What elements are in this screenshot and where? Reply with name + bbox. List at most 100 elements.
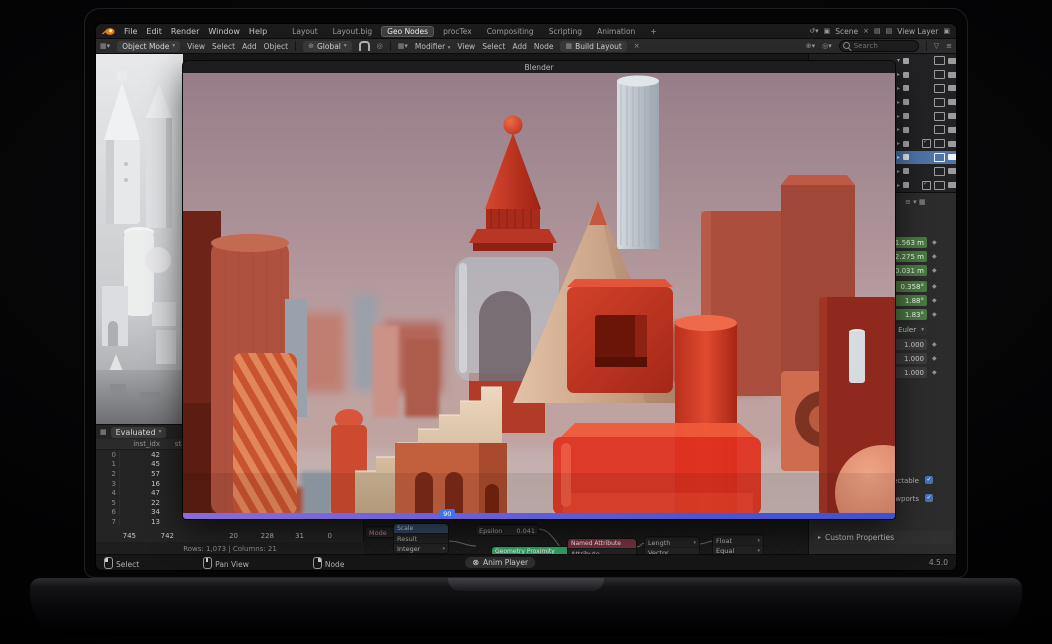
node-geometry-proximity[interactable]: Geometry Proximity (492, 547, 570, 554)
monitor-visibility-icon[interactable] (934, 112, 945, 121)
viewport-menu-view[interactable]: View (187, 42, 205, 51)
anim-player-status[interactable]: ⊗ Anim Player (465, 557, 535, 568)
new-view-layer-icon[interactable]: ▣ (943, 27, 950, 35)
menu-help[interactable]: Help (249, 27, 267, 36)
camera-visibility-icon[interactable] (948, 168, 956, 174)
editor-type-icon[interactable]: ▦▾ (100, 42, 110, 50)
workspace-tabs: Layout Layout.big Geo Nodes procTex Comp… (286, 26, 662, 37)
column-inst-idx[interactable]: inst_idx (120, 440, 164, 448)
filter-icon[interactable]: ▽ (934, 42, 939, 50)
status-bar: Select Pan View Node ⊗ Anim Player 4.5.0 (96, 554, 956, 570)
snap-magnet-icon[interactable] (359, 41, 370, 51)
menu-bar: File Edit Render Window Help Layout Layo… (96, 24, 956, 39)
new-scene-icon[interactable]: ▤ (874, 27, 881, 35)
tab-compositing[interactable]: Compositing (481, 26, 540, 37)
outliner-options-icon[interactable]: ≡ (946, 42, 952, 50)
menu-render[interactable]: Render (171, 27, 199, 36)
orientation-dropdown[interactable]: ⊕Global▾ (303, 41, 352, 52)
node-epsilon[interactable]: Epsilon0.041 (476, 525, 538, 535)
viewport-menu-select[interactable]: Select (212, 42, 235, 51)
node-menu-add[interactable]: Add (512, 42, 527, 51)
viewport-menu-add[interactable]: Add (242, 42, 257, 51)
camera-visibility-icon[interactable] (948, 154, 956, 160)
keyframe-decorator-icon[interactable]: ◆ (932, 311, 952, 318)
render-result-window[interactable]: Blender (183, 61, 895, 519)
undo-history-icon[interactable]: ↺▾ (809, 27, 818, 35)
tab-animation[interactable]: Animation (591, 26, 641, 37)
tab-scripting[interactable]: Scripting (543, 26, 588, 37)
viewports-checkbox[interactable]: ✓ (925, 494, 933, 502)
monitor-visibility-icon[interactable] (934, 98, 945, 107)
snapping-icon[interactable]: ⊕▾ (806, 42, 815, 50)
node-menu-select[interactable]: Select (482, 42, 505, 51)
keyframe-decorator-icon[interactable]: ◆ (932, 369, 952, 376)
spreadsheet-icon: ▦ (100, 428, 107, 436)
viewport-3d-clay[interactable] (96, 54, 183, 424)
camera-visibility-icon[interactable] (948, 141, 956, 147)
node-tree-type-dropdown[interactable]: Modifier ▾ (415, 42, 450, 51)
status-node: Node (313, 557, 345, 569)
unlink-scene-icon[interactable]: × (863, 27, 869, 35)
mouse-middle-icon (203, 557, 212, 569)
node-compare[interactable]: Float Equal (713, 535, 763, 554)
proportional-edit-icon[interactable]: ◎ (377, 42, 383, 50)
keyframe-decorator-icon[interactable]: ◆ (932, 297, 952, 304)
camera-visibility-icon[interactable] (948, 58, 956, 64)
add-workspace-button[interactable]: + (644, 26, 662, 37)
build-layout-button[interactable]: ▦Build Layout (560, 41, 626, 52)
keyframe-decorator-icon[interactable]: ◆ (932, 341, 952, 348)
checkbox-icon[interactable] (922, 139, 931, 148)
properties-nav-icons[interactable]: ≡ ▾ ▦ (905, 198, 925, 206)
node-menu-node[interactable]: Node (534, 42, 554, 51)
monitor-visibility-icon[interactable] (934, 84, 945, 93)
node-menu-view[interactable]: View (457, 42, 475, 51)
render-window-title: Blender (524, 63, 553, 72)
render-window-titlebar[interactable]: Blender (183, 61, 895, 73)
camera-visibility-icon[interactable] (948, 72, 956, 78)
selectable-checkbox[interactable]: ✓ (925, 476, 933, 484)
tab-layout[interactable]: Layout (286, 26, 324, 37)
object-icon (903, 99, 909, 105)
viewport-menu-object[interactable]: Object (264, 42, 288, 51)
overlays-icon[interactable]: ◎▾ (822, 42, 832, 50)
keyframe-decorator-icon[interactable]: ◆ (932, 239, 952, 246)
tab-layout-big[interactable]: Layout.big (327, 26, 379, 37)
mode-dropdown[interactable]: Object Mode▾ (117, 41, 180, 52)
monitor-visibility-icon[interactable] (934, 181, 945, 190)
node-editor-type-icon[interactable]: ▦▾ (398, 42, 408, 50)
camera-visibility-icon[interactable] (948, 85, 956, 91)
monitor-visibility-icon[interactable] (934, 167, 945, 176)
monitor-visibility-icon[interactable] (934, 70, 945, 79)
dataset-dropdown[interactable]: Evaluated▾ (111, 427, 167, 438)
camera-visibility-icon[interactable] (948, 99, 956, 105)
spreadsheet-row-partial[interactable]: 745 742 20 228 31 0 (96, 531, 364, 541)
view-layer-selector[interactable]: View Layer (897, 27, 938, 36)
camera-visibility-icon[interactable] (948, 113, 956, 119)
scene-icon: ▣ (824, 27, 831, 35)
keyframe-decorator-icon[interactable]: ◆ (932, 355, 952, 362)
monitor-visibility-icon[interactable] (934, 139, 945, 148)
node-scale[interactable]: Scale Result Integer (394, 524, 448, 553)
keyframe-decorator-icon[interactable]: ◆ (932, 253, 952, 260)
clear-icon[interactable]: × (634, 42, 640, 50)
node-named-attribute[interactable]: Named Attribute Attribute (568, 539, 636, 554)
menu-window[interactable]: Window (208, 27, 240, 36)
keyframe-decorator-icon[interactable]: ◆ (932, 267, 952, 274)
custom-properties-panel-header[interactable]: ▸ Custom Properties (813, 531, 953, 544)
tab-geo-nodes[interactable]: Geo Nodes (381, 26, 434, 37)
camera-visibility-icon[interactable] (948, 182, 956, 188)
menu-file[interactable]: File (124, 27, 137, 36)
object-icon (903, 72, 909, 78)
checkbox-icon[interactable] (922, 181, 931, 190)
menu-edit[interactable]: Edit (146, 27, 162, 36)
stop-icon[interactable]: ⊗ (472, 558, 479, 567)
node-search (839, 40, 919, 52)
monitor-visibility-icon[interactable] (934, 125, 945, 134)
camera-visibility-icon[interactable] (948, 127, 956, 133)
monitor-visibility-icon[interactable] (934, 56, 945, 65)
tab-proctex[interactable]: procTex (437, 26, 478, 37)
monitor-visibility-icon[interactable] (934, 153, 945, 162)
node-length[interactable]: Length Vector (645, 537, 699, 554)
scene-selector[interactable]: Scene (835, 27, 858, 36)
keyframe-decorator-icon[interactable]: ◆ (932, 283, 952, 290)
